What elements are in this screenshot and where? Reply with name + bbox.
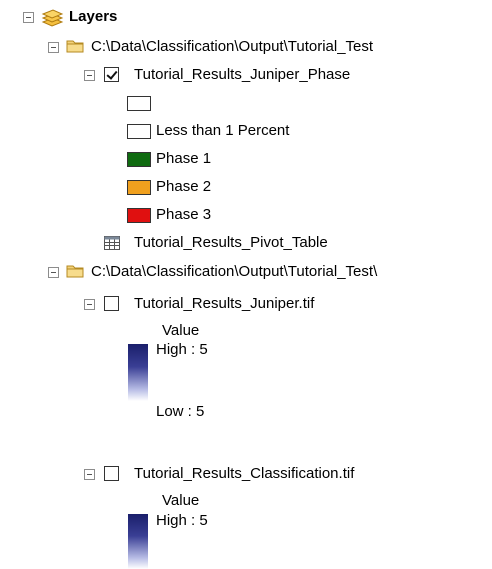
legend-swatch	[127, 96, 151, 111]
layer-name[interactable]: Tutorial_Results_Classification.tif	[134, 465, 354, 483]
legend-label: Less than 1 Percent	[156, 122, 290, 139]
layer-name[interactable]: Tutorial_Results_Juniper_Phase	[134, 66, 350, 84]
table-name[interactable]: Tutorial_Results_Pivot_Table	[134, 234, 328, 252]
folder-icon	[66, 40, 84, 53]
layer-visibility-checkbox[interactable]	[104, 466, 119, 481]
folder-icon	[66, 265, 84, 278]
legend-label: Phase 2	[156, 178, 212, 195]
folder-path-label[interactable]: C:\Data\Classification\Output\Tutorial_T…	[91, 38, 373, 56]
legend-swatch	[127, 152, 151, 167]
layer-visibility-checkbox[interactable]	[104, 67, 119, 82]
collapse-icon[interactable]	[84, 299, 95, 310]
layer-name[interactable]: Tutorial_Results_Juniper.tif	[134, 295, 314, 313]
collapse-icon[interactable]	[23, 12, 34, 23]
collapse-icon[interactable]	[48, 42, 59, 53]
legend-high-label: High : 5	[156, 341, 208, 358]
layers-root-label[interactable]: Layers	[69, 8, 117, 26]
legend-swatch	[127, 124, 151, 139]
collapse-icon[interactable]	[48, 267, 59, 278]
legend-color-ramp	[128, 344, 148, 401]
folder-path-label[interactable]: C:\Data\Classification\Output\Tutorial_T…	[91, 263, 377, 281]
collapse-icon[interactable]	[84, 70, 95, 81]
legend-title: Value	[162, 322, 200, 339]
legend-label: Phase 3	[156, 206, 212, 223]
legend-swatch	[127, 180, 151, 195]
collapse-icon[interactable]	[84, 469, 95, 480]
layers-icon	[41, 9, 64, 27]
legend-color-ramp	[128, 514, 148, 569]
legend-high-label: High : 5	[156, 512, 208, 529]
legend-label: Phase 1	[156, 150, 212, 167]
table-icon	[104, 236, 120, 250]
legend-low-label: Low : 5	[156, 403, 205, 420]
legend-swatch	[127, 208, 151, 223]
layer-visibility-checkbox[interactable]	[104, 296, 119, 311]
legend-title: Value	[162, 492, 200, 509]
